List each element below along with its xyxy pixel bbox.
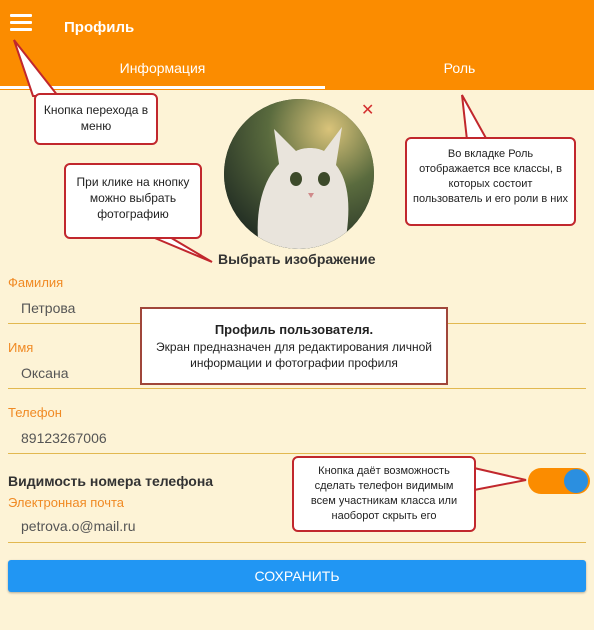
profile-screen: Профиль Информация Роль ✕ Выбрать изобра… <box>0 0 594 630</box>
menu-callout: Кнопка перехода в меню <box>34 93 158 145</box>
toggle-callout: Кнопка даёт возможность сделать телефон … <box>292 456 476 532</box>
role-callout: Во вкладке Роль отображается все классы,… <box>405 137 576 226</box>
description-title: Профиль пользователя. <box>214 322 374 337</box>
photo-callout: При клике на кнопку можно выбрать фотогр… <box>64 163 202 239</box>
profile-description-callout: Профиль пользователя. Экран предназначен… <box>140 307 448 385</box>
description-text: Экран предназначен для редактирования ли… <box>156 339 432 370</box>
